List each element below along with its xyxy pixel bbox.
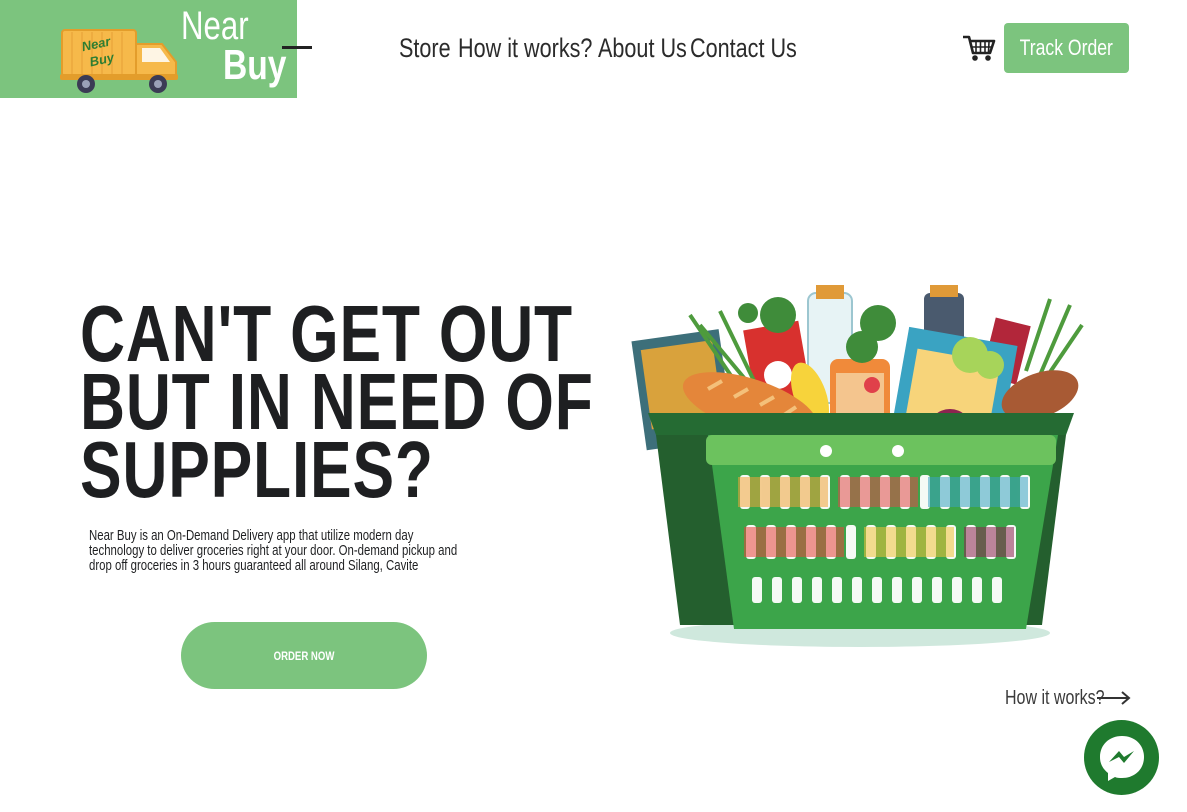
nav-store-label: Store <box>399 33 451 63</box>
how-it-works-link[interactable]: How it works? <box>1005 685 1131 711</box>
description-line-2: technology to deliver groceries right at… <box>89 542 458 559</box>
nav-contact-us[interactable]: Contact Us <box>690 30 824 66</box>
track-order-button[interactable]: Track Order <box>1004 23 1129 73</box>
how-it-works-link-label: How it works? <box>1005 687 1105 709</box>
track-order-label: Track Order <box>1019 35 1114 60</box>
logo[interactable]: Near Buy Near Buy <box>0 0 297 98</box>
nav-how-it-works-label: How it works? <box>458 33 593 63</box>
headline-line-3: SUPPLIES? <box>80 425 434 514</box>
order-now-button[interactable]: ORDER NOW <box>181 622 427 689</box>
brand-name-bottom: Buy <box>223 41 287 88</box>
nav-store[interactable]: Store <box>399 30 464 66</box>
page: Near Buy Near Buy Store How it works? Ab… <box>0 0 1187 812</box>
menu-toggle-icon[interactable] <box>282 46 312 49</box>
description-line-3: drop off groceries in 3 hours guaranteed… <box>89 557 419 574</box>
hero-headline: CAN'T GET OUT BUT IN NEED OF SUPPLIES? <box>80 294 640 514</box>
shopping-cart-icon[interactable] <box>962 34 996 62</box>
order-now-label: ORDER NOW <box>273 648 335 663</box>
delivery-truck-icon: Near Buy <box>60 29 178 93</box>
description-line-1: Near Buy is an On-Demand Delivery app th… <box>89 527 414 544</box>
hero-description: Near Buy is an On-Demand Delivery app th… <box>89 528 569 573</box>
grocery-basket-illustration <box>631 285 1084 647</box>
messenger-icon <box>1099 735 1144 781</box>
messenger-chat-button[interactable] <box>1084 720 1159 795</box>
nav-contact-us-label: Contact Us <box>690 33 797 63</box>
nav-about-us-label: About Us <box>598 33 687 63</box>
